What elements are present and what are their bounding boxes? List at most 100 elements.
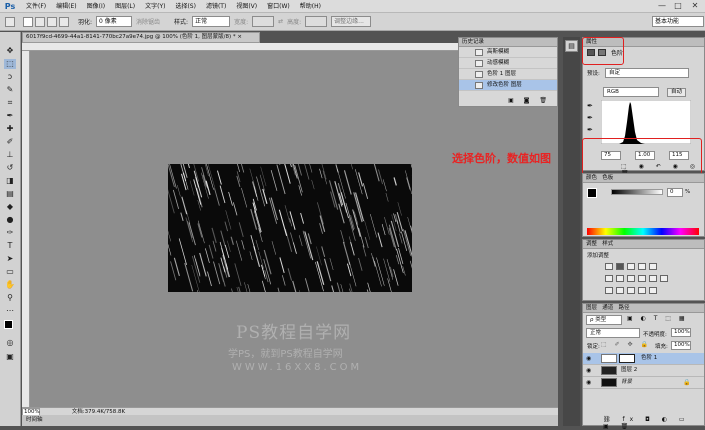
- fill-field[interactable]: 100%: [671, 341, 691, 350]
- eyedropper-tool-icon[interactable]: ✒: [4, 111, 16, 121]
- blend-mode-select[interactable]: 正常: [586, 328, 640, 338]
- color-balance-icon[interactable]: [616, 275, 624, 282]
- workspace-select[interactable]: 基本功能: [652, 16, 704, 27]
- brightness-contrast-icon[interactable]: [605, 263, 613, 270]
- posterize-icon[interactable]: [616, 287, 624, 294]
- tab-adjustments[interactable]: 调整: [586, 241, 597, 247]
- height-input[interactable]: [305, 16, 328, 27]
- menu-edit[interactable]: 编辑(E): [51, 0, 81, 13]
- color-spectrum-bar[interactable]: [587, 228, 699, 235]
- gradient-map-icon[interactable]: [638, 287, 646, 294]
- exposure-icon[interactable]: [638, 263, 646, 270]
- hand-tool-icon[interactable]: ✋: [4, 280, 16, 290]
- layer-filter-icons[interactable]: ▣ ◐ T ⬚ ▦: [627, 315, 688, 322]
- eraser-tool-icon[interactable]: ◨: [4, 176, 16, 186]
- channel-mixer-icon[interactable]: [649, 275, 657, 282]
- tab-paths[interactable]: 路径: [619, 305, 630, 311]
- history-dock-icon[interactable]: ▤: [565, 40, 578, 52]
- quick-select-tool-icon[interactable]: ✎: [4, 85, 16, 95]
- auto-button[interactable]: 自动: [667, 88, 687, 97]
- screen-mode-icon[interactable]: ▣: [4, 352, 16, 362]
- path-select-tool-icon[interactable]: ➤: [4, 254, 16, 264]
- visibility-eye-icon[interactable]: ◉: [586, 367, 591, 374]
- tab-channels[interactable]: 通道: [602, 305, 613, 311]
- history-footer-icons[interactable]: ▣ ◙ 🗑: [508, 97, 551, 104]
- gray-eyedropper-icon[interactable]: ✒: [587, 114, 593, 122]
- menu-file[interactable]: 文件(F): [21, 0, 51, 13]
- intersect-selection-icon[interactable]: [59, 16, 69, 27]
- vibrance-icon[interactable]: [649, 263, 657, 270]
- history-brush-tool-icon[interactable]: ↺: [4, 163, 16, 173]
- photo-filter-icon[interactable]: [638, 275, 646, 282]
- color-slider[interactable]: [611, 189, 663, 195]
- white-eyedropper-icon[interactable]: ✒: [587, 126, 593, 134]
- more-tools-icon[interactable]: ⋯: [4, 306, 16, 316]
- menu-layer[interactable]: 图层(L): [110, 0, 140, 13]
- close-window-button[interactable]: ✕: [688, 1, 702, 11]
- black-eyedropper-icon[interactable]: ✒: [587, 102, 593, 110]
- blur-tool-icon[interactable]: ◆: [4, 202, 16, 212]
- pen-tool-icon[interactable]: ✑: [4, 228, 16, 238]
- crop-tool-icon[interactable]: ⌗: [4, 98, 16, 108]
- close-document-icon[interactable]: ×: [237, 34, 242, 40]
- visibility-eye-icon[interactable]: ◉: [586, 355, 591, 362]
- hue-saturation-icon[interactable]: [605, 275, 613, 282]
- timeline-tab[interactable]: 时间轴: [22, 415, 558, 426]
- marquee-tool-preset-icon[interactable]: [5, 16, 15, 27]
- menu-image[interactable]: 图像(I): [82, 0, 110, 13]
- history-item[interactable]: 色阶 1 图层: [459, 69, 557, 80]
- clone-stamp-tool-icon[interactable]: ⊥: [4, 150, 16, 160]
- menu-window[interactable]: 窗口(W): [262, 0, 295, 13]
- brush-tool-icon[interactable]: ✐: [4, 137, 16, 147]
- lock-icons[interactable]: ⬚ ✐ ✥ 🔒: [601, 341, 651, 348]
- color-value-field[interactable]: 0: [667, 188, 683, 197]
- menu-view[interactable]: 视图(V): [231, 0, 262, 13]
- history-item-selected[interactable]: 修改色阶 图层: [459, 80, 557, 91]
- quick-mask-icon[interactable]: ◎: [4, 338, 16, 348]
- curves-icon[interactable]: [627, 263, 635, 270]
- document-tab[interactable]: 6017f9cd-4699-44a1-8141-770bc27a9e74.jpg…: [22, 32, 260, 43]
- opacity-field[interactable]: 100%: [671, 328, 691, 337]
- selective-color-icon[interactable]: [649, 287, 657, 294]
- menu-select[interactable]: 选择(S): [170, 0, 201, 13]
- maximize-button[interactable]: □: [671, 1, 685, 11]
- layer-row-layer2[interactable]: ◉ 图层 2: [583, 365, 704, 377]
- minimize-button[interactable]: —: [655, 1, 669, 11]
- history-item[interactable]: 动感模糊: [459, 58, 557, 69]
- history-panel-title[interactable]: 历史记录: [459, 38, 557, 47]
- preset-select[interactable]: 自定: [605, 68, 689, 78]
- threshold-icon[interactable]: [627, 287, 635, 294]
- tab-layers[interactable]: 图层: [586, 305, 597, 311]
- layers-footer-icons[interactable]: ⛓ fx ◘ ◐ ▭ ▣ 🗑: [603, 416, 704, 430]
- width-input[interactable]: [252, 16, 275, 27]
- layer-filter-select[interactable]: ρ 类型: [586, 315, 622, 325]
- color-foreground-swatch[interactable]: [587, 188, 597, 198]
- gradient-tool-icon[interactable]: ▤: [4, 189, 16, 199]
- color-lookup-icon[interactable]: [660, 275, 668, 282]
- subtract-selection-icon[interactable]: [47, 16, 57, 27]
- levels-icon[interactable]: [616, 263, 624, 270]
- move-tool-icon[interactable]: ✥: [4, 46, 16, 56]
- shape-tool-icon[interactable]: ▭: [4, 267, 16, 277]
- menu-type[interactable]: 文字(Y): [140, 0, 170, 13]
- menu-filter[interactable]: 滤镜(T): [201, 0, 231, 13]
- dodge-tool-icon[interactable]: ●: [4, 215, 16, 225]
- mask-thumbnail[interactable]: [619, 354, 635, 363]
- healing-brush-tool-icon[interactable]: ✚: [4, 124, 16, 134]
- antialias-checkbox[interactable]: 消除锯齿: [136, 17, 160, 26]
- refine-edge-button[interactable]: 调整边缘...: [331, 16, 372, 27]
- lasso-tool-icon[interactable]: ↄ: [4, 72, 16, 82]
- invert-icon[interactable]: [605, 287, 613, 294]
- tab-swatches[interactable]: 色板: [602, 175, 613, 181]
- black-white-icon[interactable]: [627, 275, 635, 282]
- menu-help[interactable]: 帮助(H): [295, 0, 326, 13]
- rect-marquee-tool-icon[interactable]: ⬚: [4, 59, 16, 69]
- style-select[interactable]: 正常: [192, 16, 231, 27]
- history-item[interactable]: 高斯模糊: [459, 47, 557, 58]
- swap-icon[interactable]: ⇄: [278, 18, 283, 25]
- new-selection-icon[interactable]: [23, 16, 33, 27]
- layer-row-background[interactable]: ◉ 背景 🔒: [583, 377, 704, 389]
- foreground-color-swatch[interactable]: [4, 320, 13, 329]
- channel-select[interactable]: RGB: [603, 87, 659, 97]
- type-tool-icon[interactable]: T: [4, 241, 16, 251]
